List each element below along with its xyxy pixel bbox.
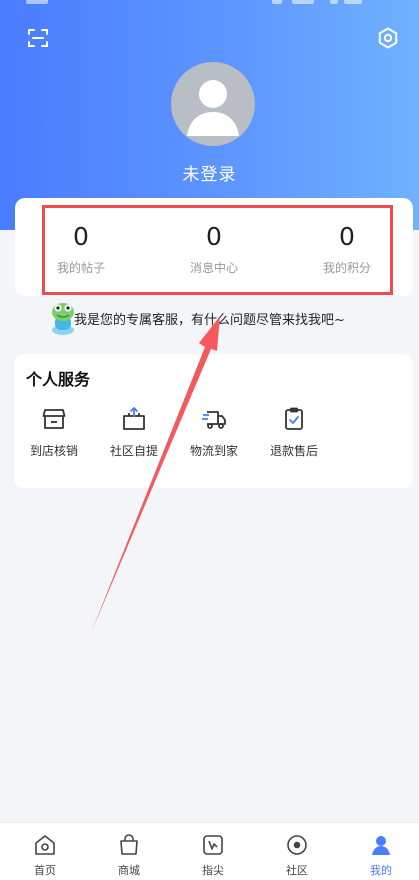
tab-fingertip[interactable]: 指尖 <box>171 833 255 878</box>
stat-my-posts[interactable]: 0 我的帖子 <box>31 222 131 276</box>
scan-icon[interactable] <box>26 26 50 50</box>
delivery-truck-icon <box>202 411 226 429</box>
stat-label: 消息中心 <box>189 261 238 275</box>
tab-home[interactable]: 首页 <box>3 833 87 878</box>
avatar[interactable] <box>171 62 255 146</box>
tab-label: 首页 <box>34 864 56 877</box>
service-refund-aftersales[interactable]: 退款售后 <box>254 406 334 459</box>
service-logistics-delivery[interactable]: 物流到家 <box>174 406 254 459</box>
tab-mall[interactable]: 商城 <box>87 833 171 878</box>
home-icon <box>35 835 55 855</box>
tab-label: 商城 <box>118 864 140 877</box>
tab-label: 我的 <box>370 864 392 877</box>
service-label: 社区自提 <box>109 444 158 458</box>
stat-label: 我的积分 <box>322 261 371 275</box>
service-label: 物流到家 <box>189 444 238 458</box>
services-title: 个人服务 <box>26 370 91 389</box>
customer-service-row[interactable]: 我是您的专属客服，有什么问题尽管来找我吧~ <box>40 300 400 338</box>
service-label: 退款售后 <box>269 444 318 458</box>
login-status-text[interactable]: 未登录 <box>0 160 419 185</box>
bottom-tab-bar: 首页 商城 指尖 社区 我的 <box>0 822 419 880</box>
shopping-bag-icon <box>120 834 138 855</box>
stat-value: 0 <box>339 222 355 251</box>
pickup-box-icon <box>123 407 145 430</box>
refund-clipboard-icon <box>285 407 303 430</box>
fingertip-icon <box>203 835 223 855</box>
gear-icon[interactable] <box>376 26 400 50</box>
tab-mine[interactable]: 我的 <box>339 833 419 878</box>
service-store-verify[interactable]: 到店核销 <box>14 406 94 459</box>
stat-message-center[interactable]: 0 消息中心 <box>164 222 264 276</box>
profile-icon <box>372 836 390 855</box>
tab-label: 指尖 <box>202 864 224 877</box>
default-avatar-icon <box>187 80 239 136</box>
status-bar <box>0 0 419 6</box>
service-community-pickup[interactable]: 社区自提 <box>94 406 174 459</box>
community-icon <box>287 835 307 855</box>
tab-label: 社区 <box>286 864 308 877</box>
tab-community[interactable]: 社区 <box>255 833 339 878</box>
stat-value: 0 <box>206 222 222 251</box>
store-icon <box>42 409 66 429</box>
service-label: 到店核销 <box>29 444 78 458</box>
stat-label: 我的帖子 <box>56 261 105 275</box>
stat-value: 0 <box>73 222 89 251</box>
stat-my-points[interactable]: 0 我的积分 <box>297 222 397 276</box>
customer-service-text: 我是您的专属客服，有什么问题尽管来找我吧~ <box>74 313 345 328</box>
